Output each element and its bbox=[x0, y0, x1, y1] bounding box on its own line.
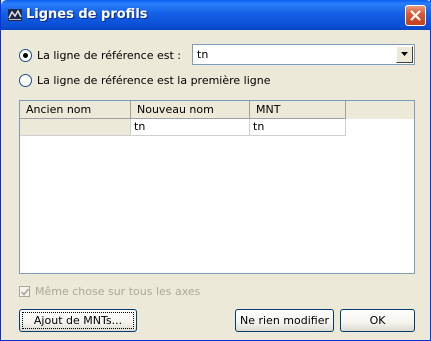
reference-specified-radio[interactable] bbox=[19, 48, 32, 62]
reference-line-select[interactable]: tn bbox=[192, 44, 415, 65]
table-cell-new-name[interactable]: tn bbox=[131, 119, 250, 136]
close-button[interactable] bbox=[405, 5, 426, 26]
dropdown-button[interactable] bbox=[396, 46, 413, 63]
check-icon bbox=[21, 287, 29, 296]
close-icon bbox=[410, 10, 421, 21]
reference-line-value: tn bbox=[197, 48, 209, 61]
profile-names-table[interactable]: Ancien nom Nouveau nom MNT tn tn bbox=[19, 100, 415, 274]
no-change-button[interactable]: Ne rien modifier bbox=[235, 309, 334, 332]
title-bar[interactable]: Lignes de profils bbox=[1, 0, 431, 30]
column-header-mnt[interactable]: MNT bbox=[250, 101, 346, 119]
table-cell-mnt[interactable]: tn bbox=[250, 119, 346, 136]
window-title: Lignes de profils bbox=[26, 7, 148, 22]
reference-option-first-line[interactable]: La ligne de référence est la première li… bbox=[19, 72, 271, 88]
ok-button[interactable]: OK bbox=[340, 309, 415, 332]
reference-first-line-radio[interactable] bbox=[19, 73, 32, 87]
table-row[interactable]: tn tn bbox=[20, 119, 346, 136]
column-header-new-name[interactable]: Nouveau nom bbox=[131, 101, 250, 119]
add-mnts-button[interactable]: Ajout de MNTs... bbox=[19, 309, 137, 332]
table-cell-old-name[interactable] bbox=[20, 119, 131, 136]
same-all-axes-label: Même chose sur tous les axes bbox=[35, 284, 201, 298]
table-header: Ancien nom Nouveau nom MNT bbox=[20, 101, 414, 119]
chevron-down-icon bbox=[401, 52, 408, 56]
reference-first-line-label: La ligne de référence est la première li… bbox=[37, 73, 271, 87]
same-all-axes-option[interactable]: Même chose sur tous les axes bbox=[19, 284, 200, 298]
reference-specified-label: La ligne de référence est : bbox=[37, 48, 181, 62]
reference-option-specified[interactable]: La ligne de référence est : bbox=[19, 47, 181, 63]
app-icon bbox=[7, 7, 23, 23]
column-header-old-name[interactable]: Ancien nom bbox=[20, 101, 131, 119]
dialog-window: Lignes de profils La ligne de référence … bbox=[0, 0, 431, 341]
same-all-axes-checkbox[interactable] bbox=[19, 285, 30, 297]
